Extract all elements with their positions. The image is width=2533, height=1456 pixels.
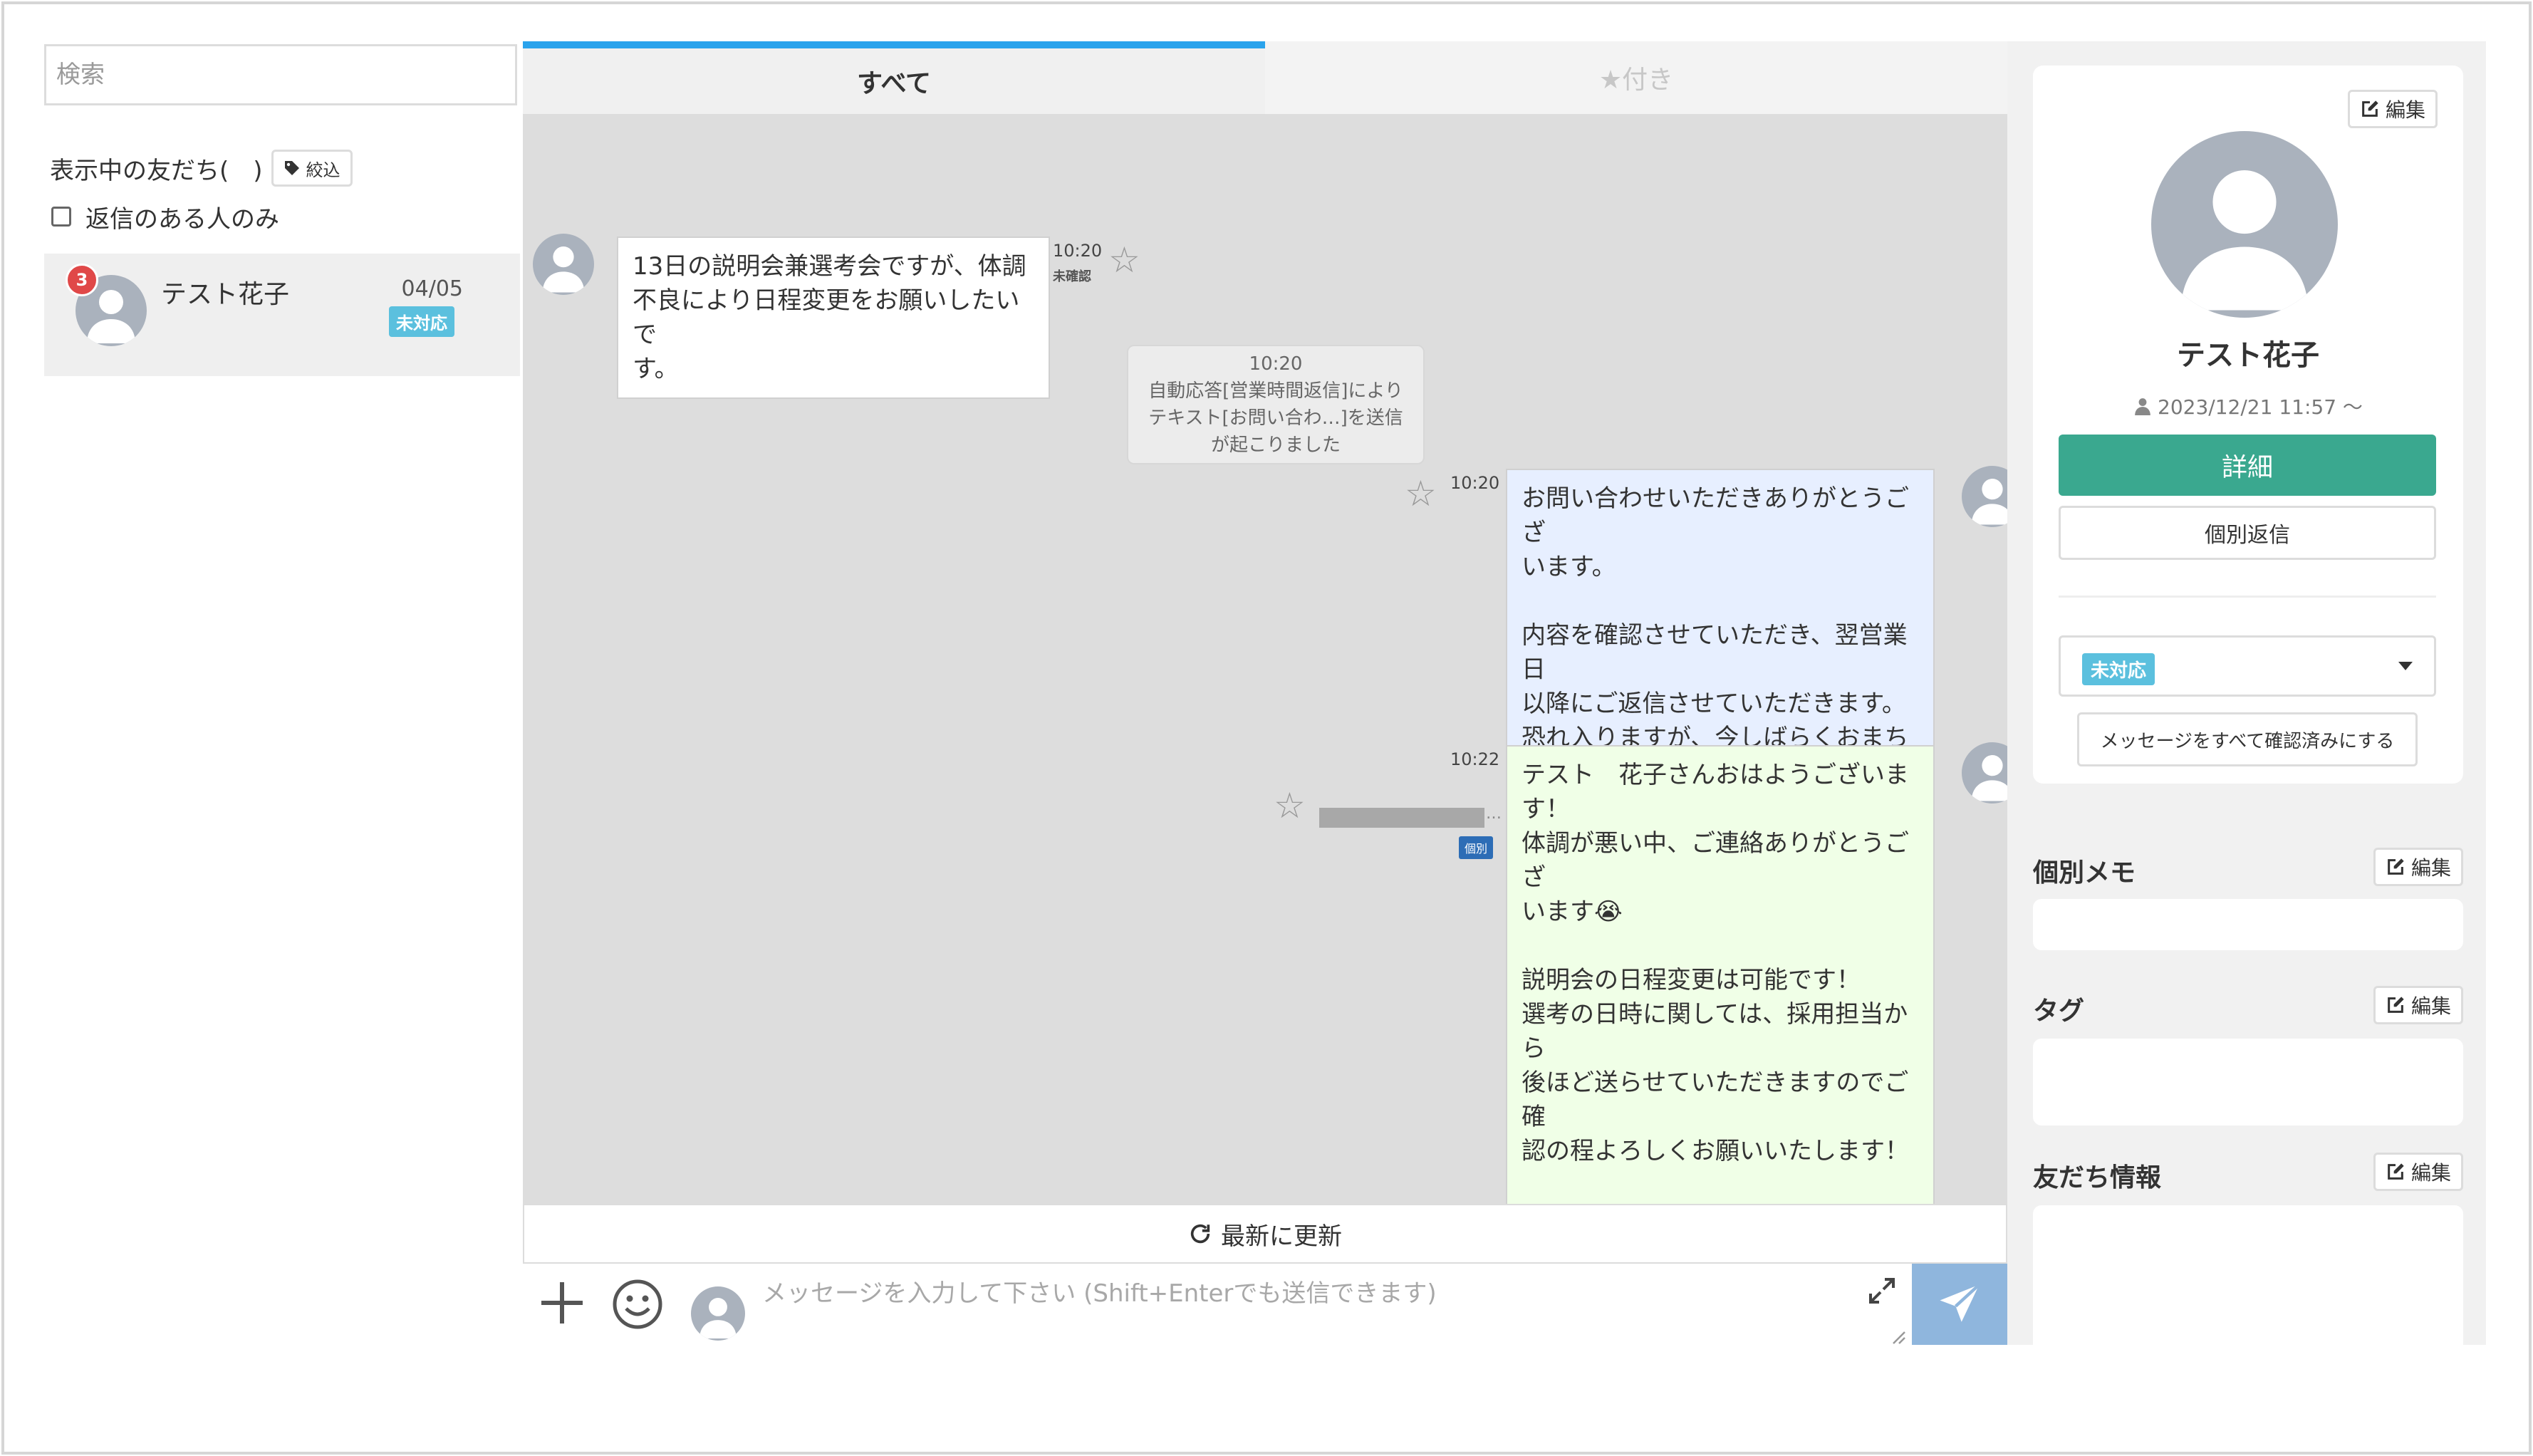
user-icon	[2135, 398, 2150, 415]
memo-box[interactable]	[2033, 899, 2463, 950]
sender-name-ellipsis: …	[1486, 805, 1502, 823]
caret-down-icon	[2398, 662, 2413, 670]
filter-button[interactable]: 絞込	[271, 150, 353, 187]
reply-only-label: 返信のある人のみ	[85, 204, 279, 234]
avatar	[691, 1286, 745, 1341]
star-icon[interactable]: ☆	[1108, 242, 1140, 278]
message-input[interactable]	[758, 1267, 1762, 1341]
friend-since-date: 2023/12/21 11:57 〜	[2158, 395, 2363, 419]
refresh-icon	[1190, 1224, 1210, 1244]
message-time: 10:22	[1450, 749, 1500, 769]
profile-name: テスト花子	[2177, 339, 2319, 372]
chat-panel: すべて ★付き 13日の説明会兼選考会ですが、体調 不良により日程変更をお願いし…	[523, 41, 2023, 1345]
message-list: 13日の説明会兼選考会ですが、体調 不良により日程変更をお願いしたいで す。 1…	[523, 114, 2023, 1318]
sender-name-redacted	[1319, 808, 1484, 828]
tab-all[interactable]: すべて	[523, 41, 1265, 114]
friends-count-label: 表示中の友だち( )	[50, 156, 263, 185]
edit-label: 編集	[2410, 994, 2451, 1018]
system-notice-text: 自動応答[営業時間返信]により テキスト[お問い合わ…]を送信 が起こりました	[1148, 380, 1403, 456]
message-time: 10:20	[1053, 241, 1103, 261]
profile-card: 編集 テスト花子 2023/12/21 11:57 〜 詳細 個別返信 未対応 …	[2033, 66, 2463, 784]
system-notice: 10:20 自動応答[営業時間返信]により テキスト[お問い合わ…]を送信 が起…	[1127, 345, 1425, 464]
tag-box	[2033, 1039, 2463, 1125]
edit-label: 編集	[2385, 98, 2425, 122]
smile-icon[interactable]	[611, 1278, 664, 1331]
tag-section-title: タグ	[2033, 997, 2085, 1026]
edit-icon	[2388, 858, 2404, 875]
friend-info-section-title: 友だち情報	[2033, 1163, 2162, 1192]
status-badge: 未対応	[389, 306, 454, 337]
edit-label: 編集	[2410, 1161, 2451, 1185]
message-type-tag: 個別	[1459, 836, 1494, 859]
tab-starred[interactable]: ★付き	[1265, 41, 2007, 114]
edit-label: 編集	[2410, 856, 2451, 880]
plus-icon[interactable]	[537, 1278, 587, 1328]
search-input[interactable]	[44, 44, 517, 105]
friend-info-box	[2033, 1205, 2463, 1345]
sender-avatar	[533, 234, 594, 295]
edit-icon	[2362, 100, 2378, 117]
friend-info-edit-button[interactable]: 編集	[2373, 1153, 2463, 1191]
memo-section-title: 個別メモ	[2033, 858, 2136, 888]
divider	[2059, 596, 2436, 598]
reply-only-checkbox[interactable]	[51, 207, 71, 227]
expand-icon[interactable]	[1868, 1276, 1896, 1305]
profile-edit-button[interactable]: 編集	[2347, 90, 2438, 128]
user-icon	[2180, 170, 2309, 311]
edit-icon	[2388, 1163, 2404, 1180]
user-icon	[542, 246, 585, 293]
system-notice-time: 10:20	[1249, 353, 1303, 375]
star-icon[interactable]: ☆	[1274, 788, 1306, 823]
friend-since: 2023/12/21 11:57 〜	[2033, 392, 2463, 420]
profile-avatar	[2151, 131, 2338, 318]
tag-icon	[284, 161, 299, 175]
friend-list-item[interactable]: 3 テスト花子 04/05 未対応	[44, 254, 520, 376]
send-button[interactable]	[1912, 1264, 2007, 1345]
memo-edit-button[interactable]: 編集	[2373, 848, 2463, 886]
refresh-label: 最新に更新	[1221, 1222, 1342, 1251]
friend-name: テスト花子	[161, 280, 290, 309]
star-icon[interactable]: ☆	[1405, 476, 1437, 511]
user-icon	[699, 1297, 737, 1338]
friend-detail-panel: 編集 テスト花子 2023/12/21 11:57 〜 詳細 個別返信 未対応 …	[2007, 41, 2486, 1345]
status-badge: 未対応	[2082, 653, 2155, 685]
friends-count-line: 表示中の友だち( ) 絞込	[50, 147, 353, 189]
message-bubble-received: 13日の説明会兼選考会ですが、体調 不良により日程変更をお願いしたいで す。	[617, 236, 1050, 399]
edit-icon	[2388, 997, 2404, 1013]
friend-list-panel: 表示中の友だち( ) 絞込 返信のある人のみ 3 テスト花子 04/05 未対応	[41, 41, 520, 1345]
message-time: 10:20	[1450, 473, 1500, 493]
unread-count-badge: 3	[66, 264, 98, 296]
filter-button-label: 絞込	[306, 160, 340, 180]
tag-edit-button[interactable]: 編集	[2373, 986, 2463, 1024]
friend-date: 04/05	[401, 276, 463, 301]
chat-tabs: すべて ★付き	[523, 41, 2007, 114]
send-icon	[1940, 1283, 1980, 1322]
resize-grip-icon[interactable]	[1889, 1328, 1906, 1345]
status-select[interactable]: 未対応	[2059, 635, 2436, 697]
message-composer	[523, 1264, 2007, 1345]
message-read-status: 未確認	[1053, 269, 1091, 284]
refresh-button[interactable]: 最新に更新	[523, 1204, 2007, 1264]
detail-button[interactable]: 詳細	[2059, 435, 2436, 496]
mark-all-read-button[interactable]: メッセージをすべて確認済みにする	[2077, 712, 2418, 766]
app-frame: 表示中の友だち( ) 絞込 返信のある人のみ 3 テスト花子 04/05 未対応…	[1, 1, 2532, 1455]
individual-reply-button[interactable]: 個別返信	[2059, 506, 2436, 560]
reply-only-filter[interactable]: 返信のある人のみ	[51, 195, 279, 238]
